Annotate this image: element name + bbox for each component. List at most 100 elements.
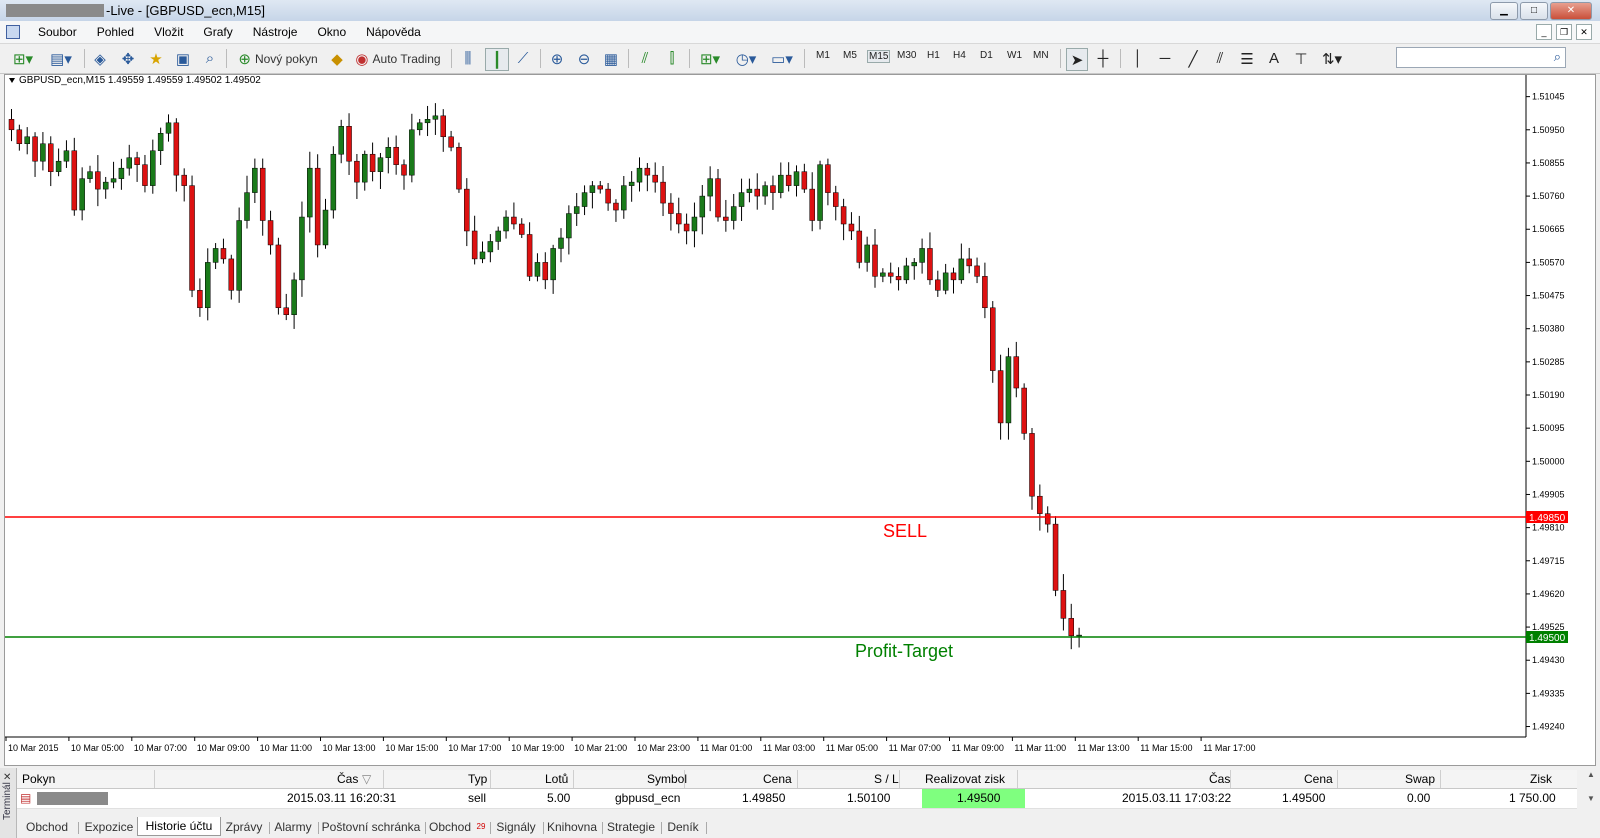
close-button[interactable]: ✕ <box>1550 2 1592 20</box>
tf-d1[interactable]: D1 <box>980 50 993 61</box>
chart-shift-icon[interactable]: ⫿ <box>662 48 682 69</box>
terminal-icon[interactable]: ▣ <box>173 48 193 69</box>
tab-expozice[interactable]: Expozice <box>79 818 139 836</box>
tab-obchod-market[interactable]: Obchod <box>426 818 474 836</box>
tab-alarmy[interactable]: Alarmy <box>270 818 316 836</box>
line-chart-icon[interactable]: ⟋ <box>513 48 533 69</box>
minimize-button[interactable]: ▁ <box>1490 2 1518 20</box>
tab-postovni-schranka[interactable]: Poštovní schránka <box>319 818 423 836</box>
menu-napoveda[interactable]: Nápověda <box>356 24 431 40</box>
tab-zpravy[interactable]: Zprávy <box>220 818 268 836</box>
new-order-label: Nový pokyn <box>254 51 318 66</box>
strategy-tester-icon[interactable]: ⌕ <box>200 48 220 69</box>
maximize-button[interactable]: □ <box>1520 2 1548 20</box>
mdi-minimize-button[interactable]: _ <box>1536 24 1552 40</box>
price-tick-label: 1.49810 <box>1532 523 1565 533</box>
time-tick-label: 10 Mar 17:00 <box>448 743 501 753</box>
mdi-close-button[interactable]: ✕ <box>1576 24 1592 40</box>
bear-candle <box>723 216 729 221</box>
indicators-icon[interactable]: ⊞▾ <box>695 48 725 69</box>
tf-m5[interactable]: M5 <box>843 50 857 61</box>
zoom-in-icon[interactable]: ⊕ <box>547 48 567 69</box>
tf-m30[interactable]: M30 <box>897 50 916 61</box>
new-order-button[interactable]: ⊕ Nový pokyn <box>233 48 323 69</box>
time-tick-label: 10 Mar 19:00 <box>511 743 564 753</box>
col-cas[interactable]: Čas <box>337 772 358 786</box>
trendline-icon[interactable]: ╱ <box>1183 48 1203 69</box>
price-tick-label: 1.50475 <box>1532 291 1565 301</box>
zoom-out-icon[interactable]: ⊖ <box>574 48 594 69</box>
auto-trading-button[interactable]: ◉ Auto Trading <box>352 48 444 69</box>
time-tick-label: 11 Mar 05:00 <box>826 743 878 753</box>
price-chart[interactable]: 1.51045 1.50950 1.50855 1.50760 1.50665 1.505… <box>5 75 1595 765</box>
mdi-restore-button[interactable]: ❐ <box>1556 24 1572 40</box>
horizontal-line-icon[interactable]: ─ <box>1155 48 1175 69</box>
search-input[interactable]: ⌕ <box>1396 47 1566 68</box>
text-label-icon[interactable]: ⊤ <box>1291 48 1311 69</box>
autoscroll-icon[interactable]: ⫽ <box>635 48 655 69</box>
col-realizovat-zisk[interactable]: Realizovat zisk <box>925 772 1005 786</box>
tab-strategie[interactable]: Strategie <box>603 818 659 836</box>
vertical-line-icon[interactable]: │ <box>1128 48 1148 69</box>
profiles-icon[interactable]: ▤▾ <box>46 48 76 69</box>
periods-icon[interactable]: ◷▾ <box>731 48 761 69</box>
col-cas-close[interactable]: Čas <box>1209 772 1230 786</box>
menu-pohled[interactable]: Pohled <box>87 24 144 40</box>
market-watch-icon[interactable]: ◈ <box>90 48 110 69</box>
menu-vlozit[interactable]: Vložit <box>144 24 193 40</box>
bull-candle <box>150 150 156 186</box>
candlestick-icon[interactable]: ┃ <box>485 48 509 71</box>
menu-grafy[interactable]: Grafy <box>193 24 242 40</box>
navigator-icon[interactable]: ✥ <box>118 48 138 69</box>
favorites-icon[interactable]: ★ <box>146 48 166 69</box>
tf-w1[interactable]: W1 <box>1007 50 1022 61</box>
menu-nastroje[interactable]: Nástroje <box>243 24 308 40</box>
menu-okno[interactable]: Okno <box>307 24 356 40</box>
col-lotu[interactable]: Lotů <box>545 772 568 786</box>
bear-candle <box>848 223 855 232</box>
templates-icon[interactable]: ▭▾ <box>767 48 797 69</box>
bull-candle <box>864 244 870 263</box>
time-tick-label: 10 Mar 21:00 <box>574 743 627 753</box>
equidistant-channel-icon[interactable]: ⫽ <box>1210 48 1230 69</box>
col-typ[interactable]: Typ <box>468 772 487 786</box>
bar-chart-icon[interactable]: ⫼ <box>458 48 478 69</box>
fibonacci-icon[interactable]: ☰ <box>1237 48 1257 69</box>
metaeditor-icon[interactable]: ◆ <box>327 48 347 69</box>
col-symbol[interactable]: Symbol <box>647 772 687 786</box>
tf-m15[interactable]: M15 <box>867 50 891 63</box>
col-pokyn[interactable]: Pokyn <box>22 772 55 786</box>
col-cena[interactable]: Cena <box>763 772 792 786</box>
row-open-time: 2015.03.11 16:20:31 <box>287 791 397 805</box>
tab-historie-uctu[interactable]: Historie účtu <box>137 817 221 836</box>
col-zisk[interactable]: Zisk <box>1530 772 1552 786</box>
tf-h4[interactable]: H4 <box>953 50 966 61</box>
history-row[interactable]: ▤ 2015.03.11 16:20:31 sell 5.00 gbpusd_e… <box>17 789 1577 809</box>
arrows-icon[interactable]: ⇅▾ <box>1317 48 1347 69</box>
col-swap[interactable]: Swap <box>1405 772 1435 786</box>
bull-candle <box>911 262 917 267</box>
chart-window[interactable]: 1.51045 1.50950 1.50855 1.50760 1.50665 1.505… <box>4 74 1596 766</box>
tf-h1[interactable]: H1 <box>927 50 940 61</box>
tf-mn[interactable]: MN <box>1033 50 1049 61</box>
tab-obchod[interactable]: Obchod <box>19 818 75 836</box>
terminal-scrollbar[interactable]: ▲ ▼ <box>1585 768 1599 818</box>
tile-windows-icon[interactable]: ▦ <box>601 48 621 69</box>
tab-denik[interactable]: Deník <box>662 818 704 836</box>
bear-candle <box>770 185 776 193</box>
new-chart-icon[interactable]: ⊞▾ <box>8 48 38 69</box>
bull-candle <box>307 167 313 218</box>
chart-header-arrow-icon <box>9 78 15 83</box>
bear-candle <box>668 202 674 214</box>
crosshair-icon[interactable]: ┼ <box>1093 48 1113 69</box>
tf-m1[interactable]: M1 <box>816 50 830 61</box>
bear-candle <box>974 265 980 277</box>
col-sl[interactable]: S / L <box>874 772 899 786</box>
tab-signaly[interactable]: Signály <box>491 818 541 836</box>
menu-soubor[interactable]: Soubor <box>28 24 87 40</box>
cursor-icon[interactable]: ➤ <box>1066 48 1088 71</box>
text-icon[interactable]: A <box>1264 48 1284 69</box>
col-cena-close[interactable]: Cena <box>1304 772 1333 786</box>
row-close-price: 1.49500 <box>1282 791 1326 805</box>
tab-knihovna[interactable]: Knihovna <box>544 818 600 836</box>
